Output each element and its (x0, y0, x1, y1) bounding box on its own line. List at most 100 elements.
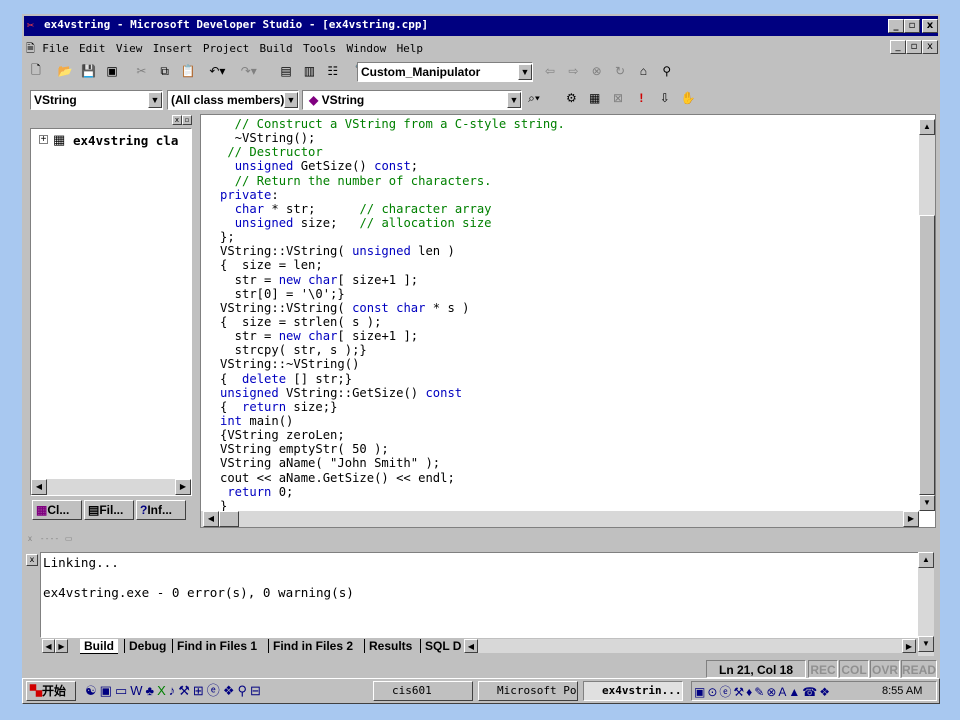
code-line[interactable]: char * str; // character array (220, 202, 916, 216)
tab-infoview[interactable]: ?Inf... (136, 500, 186, 520)
tab-fileview[interactable]: ▤Fil... (84, 500, 134, 520)
editor-scroll-down[interactable]: ▼ (919, 495, 935, 511)
editor-vscrollbar[interactable]: ▲ ▼ (919, 119, 935, 511)
compile-icon[interactable]: ⚙ (561, 88, 581, 108)
tree-scroll-left[interactable]: ◀ (31, 479, 47, 495)
breakpoint-icon[interactable]: ✋ (678, 88, 698, 108)
copy-icon[interactable]: ⧉ (155, 61, 175, 81)
menu-build[interactable]: Build (260, 42, 293, 55)
class-combo[interactable]: VString (30, 90, 163, 110)
editor-scroll-up[interactable]: ▲ (919, 119, 935, 135)
quicklaunch-icon[interactable]: ☯ (85, 683, 100, 698)
code-line[interactable]: VString::VString( unsigned len ) (220, 244, 916, 258)
find-combo-dropdown[interactable]: ▼ (518, 64, 532, 80)
code-line[interactable]: { return size;} (220, 400, 916, 414)
output-tab-find1[interactable]: Find in Files 1 (172, 639, 261, 653)
wizard-action-icon[interactable]: ⌕▾ (524, 88, 544, 108)
doc-minimize-button[interactable]: _ (890, 40, 906, 54)
editor-scroll-left[interactable]: ◀ (203, 511, 219, 527)
tree-scroll-right[interactable]: ▶ (175, 479, 191, 495)
workspace-close-button[interactable]: x (172, 115, 182, 125)
code-line[interactable]: int main() (220, 414, 916, 428)
code-line[interactable]: private: (220, 188, 916, 202)
output-vscrollbar[interactable]: ▲ ▼ (918, 552, 934, 656)
code-line[interactable]: str[0] = '\0';} (220, 287, 916, 301)
filter-combo[interactable]: (All class members) (167, 90, 299, 110)
task-powerpoint[interactable]: Microsoft Po... (478, 681, 578, 701)
doc-restore-button[interactable]: ▫ (906, 40, 922, 54)
word-icon[interactable]: W (130, 683, 145, 698)
refresh-icon[interactable]: ↻ (610, 61, 630, 81)
code-line[interactable]: { size = len; (220, 258, 916, 272)
stop-icon[interactable]: ⊗ (587, 61, 607, 81)
tab-classview[interactable]: ▦Cl... (32, 500, 82, 520)
code-line[interactable]: return 0; (220, 485, 916, 499)
excel-icon[interactable]: X (157, 683, 169, 698)
code-line[interactable]: { size = strlen( s ); (220, 315, 916, 329)
workspace-icon[interactable]: ▤ (276, 61, 296, 81)
code-line[interactable]: // Construct a VString from a C-style st… (220, 117, 916, 131)
network-icon[interactable]: ⊟ (250, 683, 264, 698)
menu-file[interactable]: File (42, 42, 69, 55)
editor-scroll-thumb[interactable] (919, 215, 935, 495)
code-line[interactable]: VString aName( "John Smith" ); (220, 456, 916, 470)
code-line[interactable]: unsigned size; // allocation size (220, 216, 916, 230)
output-hscrollbar[interactable] (478, 639, 902, 653)
ie-icon[interactable]: ⓔ (207, 683, 223, 698)
tools-icon[interactable]: ⚒ (178, 683, 193, 698)
output-hscroll-right[interactable]: ▶ (902, 639, 916, 653)
code-line[interactable]: unsigned GetSize() const; (220, 159, 916, 173)
window-list-icon[interactable]: ☷ (323, 61, 343, 81)
go-icon[interactable]: ⇩ (655, 88, 675, 108)
execute-icon[interactable]: ! (631, 88, 651, 108)
code-line[interactable]: // Return the number of characters. (220, 174, 916, 188)
cut-icon[interactable]: ✂ (131, 61, 151, 81)
editor-hscroll-thumb[interactable] (219, 511, 239, 527)
output-hscroll-left[interactable]: ◀ (464, 639, 478, 653)
output-scroll-up[interactable]: ▲ (918, 552, 934, 568)
member-combo[interactable]: ◆ VString (302, 90, 522, 110)
menu-view[interactable]: View (116, 42, 143, 55)
output-scroll-down[interactable]: ▼ (918, 636, 934, 652)
code-line[interactable]: str = new char[ size+1 ]; (220, 273, 916, 287)
maximize-button[interactable]: ▫ (904, 19, 920, 33)
doc-close-button[interactable]: x (922, 40, 938, 54)
output-icon[interactable]: ▥ (299, 61, 319, 81)
code-line[interactable]: strcpy( str, s );} (220, 343, 916, 357)
code-line[interactable]: VString emptyStr( 50 ); (220, 442, 916, 456)
home-icon[interactable]: ⌂ (633, 61, 653, 81)
code-line[interactable]: cout << aName.GetSize() << endl; (220, 471, 916, 485)
tree-hscrollbar[interactable]: ◀ ▶ (31, 479, 191, 495)
task-devstudio[interactable]: ex4vstrin... (583, 681, 683, 701)
code-line[interactable]: unsigned VString::GetSize() const (220, 386, 916, 400)
output-text-area[interactable]: Linking... ex4vstring.exe - 0 error(s), … (40, 552, 920, 638)
code-line[interactable]: }; (220, 230, 916, 244)
output-tab-next[interactable]: ▶ (55, 639, 68, 653)
output-tab-results[interactable]: Results (364, 639, 416, 653)
task-cis601[interactable]: cis601 (373, 681, 473, 701)
tray-icons[interactable]: ▣⊙ⓔ⚒♦✎⊗A▲☎❖ (694, 683, 832, 700)
paste-icon[interactable]: 📋 (178, 61, 198, 81)
find-icon[interactable]: ⚲ (237, 683, 250, 698)
title-bar[interactable]: ✂ ex4vstring - Microsoft Developer Studi… (24, 16, 938, 36)
media-icon[interactable]: ♣ (146, 683, 158, 698)
find-combo[interactable]: Custom_Manipulator (357, 62, 533, 82)
search-icon[interactable]: ⚲ (657, 61, 677, 81)
speaker-icon[interactable]: ♪ (169, 683, 179, 698)
filter-combo-dropdown[interactable]: ▼ (284, 92, 298, 108)
code-line[interactable]: ~VString(); (220, 131, 916, 145)
editor-hscrollbar[interactable]: ◀ ▶ (201, 511, 919, 527)
code-line[interactable]: // Destructor (220, 145, 916, 159)
editor-scroll-right[interactable]: ▶ (903, 511, 919, 527)
terminal-icon[interactable]: ▭ (115, 683, 130, 698)
start-button[interactable]: ▚开始 (26, 681, 76, 701)
close-button[interactable]: x (922, 19, 938, 33)
menu-project[interactable]: Project (203, 42, 249, 55)
code-line[interactable]: {VString zeroLen; (220, 428, 916, 442)
code-line[interactable]: str = new char[ size+1 ]; (220, 329, 916, 343)
tree-root-label[interactable]: ex4vstring cla (73, 133, 178, 148)
member-combo-dropdown[interactable]: ▼ (507, 92, 521, 108)
forward-arrow-icon[interactable]: ⇨ (563, 61, 583, 81)
build-icon[interactable]: ▦ (585, 88, 605, 108)
redo-icon[interactable]: ↷▾ (239, 61, 259, 81)
